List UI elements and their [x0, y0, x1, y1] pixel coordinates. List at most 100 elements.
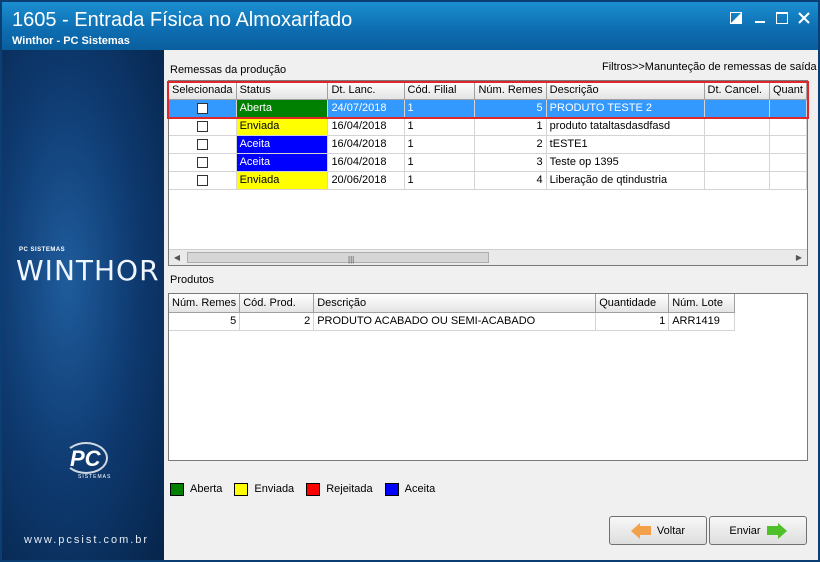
- horizontal-scrollbar[interactable]: ◀ ||| ▶: [169, 249, 807, 265]
- table-row[interactable]: Aceita 16/04/2018 1 3 Teste op 1395: [169, 153, 807, 172]
- legend-label-enviada: Enviada: [254, 483, 295, 495]
- legend-label-aberta: Aberta: [190, 483, 223, 495]
- row-checkbox-cell[interactable]: [169, 117, 237, 136]
- col-dt-lanc[interactable]: Dt. Lanc.: [327, 81, 405, 100]
- num-lote-cell: ARR1419: [668, 312, 736, 331]
- dt-lanc-cell: 16/04/2018: [327, 153, 405, 172]
- num-remes-cell: 1: [474, 117, 547, 136]
- arrow-left-icon-bar: [639, 526, 651, 535]
- table-row[interactable]: 5 2 PRODUTO ACABADO OU SEMI-ACABADO 1 AR…: [169, 312, 736, 331]
- row-checkbox-cell[interactable]: [169, 135, 237, 154]
- quantidade-cell: 1: [595, 312, 670, 331]
- remessas-table: Selecionada Status Dt. Lanc. Cód. Filial…: [169, 81, 807, 190]
- pc-logo-subtext: SISTEMAS: [78, 474, 112, 480]
- col-status[interactable]: Status: [236, 81, 329, 100]
- sidebar-brand-panel: PC SISTEMAS WINTHOR PC SISTEMAS www.pcsi…: [2, 50, 164, 560]
- col-quant[interactable]: Quant: [769, 81, 807, 100]
- arrow-left-icon: [630, 522, 640, 539]
- status-cell: Aberta: [236, 99, 329, 118]
- dt-cancel-cell: [704, 135, 771, 154]
- scroll-thumb[interactable]: |||: [187, 252, 489, 264]
- filial-cell: 1: [404, 99, 476, 118]
- descricao-cell: Liberação de qtindustria: [546, 171, 705, 190]
- app-window: 1605 - Entrada Física no Almoxarifado Wi…: [0, 0, 820, 562]
- quant-cell: [769, 117, 807, 136]
- row-checkbox-cell[interactable]: [169, 153, 237, 172]
- voltar-button[interactable]: Voltar: [609, 516, 707, 545]
- scroll-grip-icon: |||: [348, 255, 355, 264]
- row-checkbox-cell[interactable]: [169, 171, 237, 190]
- produtos-table: Núm. Remes Cód. Prod. Descrição Quantida…: [169, 294, 736, 331]
- brand-small-text: PC SISTEMAS: [19, 247, 66, 253]
- maximize-icon[interactable]: [774, 11, 790, 27]
- col-descricao[interactable]: Descrição: [313, 294, 597, 313]
- filial-cell: 1: [404, 135, 476, 154]
- quant-cell: [769, 153, 807, 172]
- col-num-lote[interactable]: Núm. Lote: [668, 294, 736, 313]
- table-row[interactable]: Enviada 20/06/2018 1 4 Liberação de qtin…: [169, 171, 807, 190]
- col-quantidade[interactable]: Quantidade: [595, 294, 670, 313]
- table-row[interactable]: Aberta 24/07/2018 1 5 PRODUTO TESTE 2: [169, 99, 807, 118]
- table-row[interactable]: Enviada 16/04/2018 1 1 produto tataltasd…: [169, 117, 807, 136]
- enviar-button[interactable]: Enviar: [709, 516, 807, 545]
- col-selecionada[interactable]: Selecionada: [169, 81, 237, 100]
- descricao-cell: tESTE1: [546, 135, 705, 154]
- close-icon[interactable]: [796, 11, 812, 27]
- status-cell: Enviada: [236, 171, 329, 190]
- scroll-left-icon[interactable]: ◀: [171, 252, 183, 264]
- quant-cell: [769, 99, 807, 118]
- produtos-grid[interactable]: Núm. Remes Cód. Prod. Descrição Quantida…: [168, 293, 808, 461]
- col-cod-prod[interactable]: Cód. Prod.: [239, 294, 315, 313]
- table-row[interactable]: Aceita 16/04/2018 1 2 tESTE1: [169, 135, 807, 154]
- descricao-cell: PRODUTO TESTE 2: [546, 99, 705, 118]
- dt-cancel-cell: [704, 117, 771, 136]
- legend-label-aceita: Aceita: [404, 483, 436, 495]
- winthor-logo: WINTHOR: [16, 254, 160, 287]
- status-legend: Aberta Enviada Rejeitada Aceita: [170, 481, 447, 497]
- produtos-header-row: Núm. Remes Cód. Prod. Descrição Quantida…: [169, 294, 736, 313]
- select-checkbox[interactable]: [196, 138, 208, 150]
- restore-icon[interactable]: [728, 11, 744, 27]
- num-remes-cell: 5: [474, 99, 547, 118]
- produtos-label: Produtos: [170, 274, 215, 286]
- descricao-cell: PRODUTO ACABADO OU SEMI-ACABADO: [313, 312, 597, 331]
- window-subtitle: Winthor - PC Sistemas: [12, 35, 130, 47]
- select-checkbox[interactable]: [196, 102, 208, 114]
- legend-swatch-aberta: [170, 482, 184, 496]
- dt-cancel-cell: [704, 153, 771, 172]
- quant-cell: [769, 135, 807, 154]
- descricao-cell: Teste op 1395: [546, 153, 705, 172]
- col-dt-cancel[interactable]: Dt. Cancel.: [704, 81, 771, 100]
- filial-cell: 1: [404, 117, 476, 136]
- scroll-right-icon[interactable]: ▶: [793, 252, 805, 264]
- row-checkbox-cell[interactable]: [169, 99, 237, 118]
- title-bar: 1605 - Entrada Física no Almoxarifado Wi…: [2, 2, 818, 50]
- minimize-icon[interactable]: [752, 11, 768, 27]
- voltar-label: Voltar: [656, 524, 686, 537]
- filter-link[interactable]: Filtros>>Manunteção de remessas de saída: [602, 61, 817, 73]
- col-cod-filial[interactable]: Cód. Filial: [404, 81, 476, 100]
- window-title: 1605 - Entrada Física no Almoxarifado: [12, 9, 353, 31]
- cod-prod-cell: 2: [239, 312, 315, 331]
- col-descricao[interactable]: Descrição: [546, 81, 705, 100]
- col-num-remes[interactable]: Núm. Remes: [474, 81, 547, 100]
- dt-lanc-cell: 16/04/2018: [327, 117, 405, 136]
- select-checkbox[interactable]: [196, 120, 208, 132]
- num-remes-cell: 5: [169, 312, 241, 331]
- legend-label-rejeitada: Rejeitada: [326, 483, 373, 495]
- num-remes-cell: 2: [474, 135, 547, 154]
- status-cell: Aceita: [236, 153, 329, 172]
- filial-cell: 1: [404, 171, 476, 190]
- status-cell: Enviada: [236, 117, 329, 136]
- quant-cell: [769, 171, 807, 190]
- num-remes-cell: 3: [474, 153, 547, 172]
- remessas-label: Remessas da produção: [170, 64, 287, 76]
- select-checkbox[interactable]: [196, 174, 208, 186]
- arrow-right-icon: [777, 522, 787, 539]
- col-num-remes[interactable]: Núm. Remes: [169, 294, 241, 313]
- select-checkbox[interactable]: [196, 156, 208, 168]
- remessas-header-row: Selecionada Status Dt. Lanc. Cód. Filial…: [169, 81, 807, 100]
- remessas-grid[interactable]: Selecionada Status Dt. Lanc. Cód. Filial…: [168, 80, 808, 266]
- legend-swatch-rejeitada: [306, 482, 321, 496]
- pc-logo: PC: [70, 446, 101, 471]
